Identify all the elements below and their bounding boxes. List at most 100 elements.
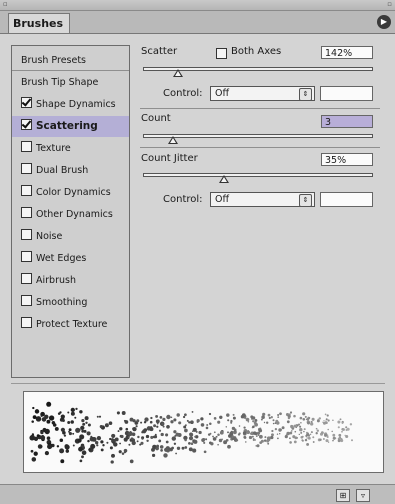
brush-dab xyxy=(253,421,257,425)
brush-dab xyxy=(264,436,267,439)
sidebar-checkbox[interactable] xyxy=(21,163,32,174)
sidebar-item-color-dynamics[interactable]: Color Dynamics xyxy=(12,182,129,203)
both-axes-checkbox[interactable] xyxy=(216,48,227,59)
brush-dab xyxy=(79,410,83,414)
brush-dab xyxy=(306,417,310,421)
sidebar-item-brush-presets[interactable]: Brush Presets xyxy=(12,50,129,71)
count-jitter-control-select[interactable]: Off ⇕ xyxy=(210,192,315,207)
brush-dab xyxy=(208,412,212,416)
scatter-control-label: Control: xyxy=(163,88,203,99)
close-box-icon[interactable]: ▫ xyxy=(3,0,8,9)
brush-dab xyxy=(276,433,279,435)
brush-dab xyxy=(153,424,157,428)
brush-dab xyxy=(341,430,343,433)
brush-dab xyxy=(279,412,282,416)
brush-dab xyxy=(32,406,35,410)
sidebar-item-noise[interactable]: Noise xyxy=(12,226,129,247)
count-jitter-control-extra-field[interactable] xyxy=(320,192,373,207)
brush-dab xyxy=(96,444,99,447)
count-jitter-slider[interactable] xyxy=(143,173,373,177)
scatter-control-select[interactable]: Off ⇕ xyxy=(210,86,315,101)
sidebar-checkbox[interactable] xyxy=(21,251,32,262)
brush-dab xyxy=(70,411,75,416)
brush-dab xyxy=(165,440,169,444)
brush-dab xyxy=(190,442,194,445)
brush-dab xyxy=(325,418,328,421)
brush-dab xyxy=(111,433,116,438)
sidebar-item-shape-dynamics[interactable]: Shape Dynamics xyxy=(12,94,129,115)
count-slider-thumb[interactable] xyxy=(167,136,178,144)
sidebar-checkbox[interactable] xyxy=(21,185,32,196)
sidebar-item-wet-edges[interactable]: Wet Edges xyxy=(12,248,129,269)
sidebar-item-dual-brush[interactable]: Dual Brush xyxy=(12,160,129,181)
brush-dab xyxy=(271,433,274,437)
brush-dab xyxy=(300,435,304,439)
brush-dab xyxy=(227,444,231,449)
brush-dab xyxy=(81,418,85,423)
brush-dab xyxy=(104,423,109,428)
brush-dab xyxy=(57,412,61,415)
sidebar-checkbox[interactable] xyxy=(21,295,32,306)
brush-dab xyxy=(40,430,44,435)
brush-dab xyxy=(217,420,221,424)
brush-dab xyxy=(232,416,236,420)
sidebar-checkbox[interactable] xyxy=(21,207,32,218)
sidebar-item-smoothing[interactable]: Smoothing xyxy=(12,292,129,313)
sidebar-item-other-dynamics[interactable]: Other Dynamics xyxy=(12,204,129,225)
brush-dab xyxy=(252,420,255,423)
sidebar-checkbox[interactable] xyxy=(21,119,32,130)
brush-dab xyxy=(176,446,181,450)
brush-dab xyxy=(128,443,131,446)
brush-dab xyxy=(248,435,253,440)
palette-title-bar[interactable]: ▫ ▫ xyxy=(0,0,395,11)
right-arrow-icon[interactable]: ▶ xyxy=(377,15,391,29)
updown-arrow-icon: ⇕ xyxy=(299,88,312,101)
brush-dab xyxy=(261,415,265,419)
tab-brushes[interactable]: Brushes xyxy=(8,13,70,33)
new-brush-icon[interactable]: ⊞ xyxy=(336,489,350,502)
brush-dab xyxy=(109,437,112,441)
brush-dab xyxy=(272,419,275,422)
scatter-control-extra-field[interactable] xyxy=(320,86,373,101)
sidebar-item-scattering[interactable]: Scattering xyxy=(12,116,129,137)
brush-dab xyxy=(88,448,91,451)
brush-dab xyxy=(145,434,150,439)
brush-dab xyxy=(304,438,308,442)
brush-dab xyxy=(85,421,88,424)
sidebar-checkbox[interactable] xyxy=(21,229,32,240)
brush-dab xyxy=(60,414,65,419)
count-value-field[interactable]: 3 xyxy=(321,115,373,128)
brush-dab xyxy=(210,442,214,446)
scatter-slider-thumb[interactable] xyxy=(172,69,183,77)
brush-dab xyxy=(268,416,271,420)
scatter-value-field[interactable]: 142% xyxy=(321,46,373,59)
brush-dab xyxy=(81,455,84,459)
brush-dab xyxy=(78,446,83,452)
brush-dab xyxy=(219,430,224,435)
brush-dab xyxy=(129,417,134,422)
brush-dab xyxy=(40,435,46,441)
count-jitter-label: Count Jitter xyxy=(141,153,198,164)
count-label: Count xyxy=(141,113,171,124)
count-jitter-value-field[interactable]: 35% xyxy=(321,153,373,166)
brush-dab xyxy=(309,433,312,436)
sidebar-item-protect-texture[interactable]: Protect Texture xyxy=(12,314,129,335)
sidebar-checkbox[interactable] xyxy=(21,97,32,108)
sidebar-item-brush-tip-shape[interactable]: Brush Tip Shape xyxy=(12,72,129,93)
trash-icon[interactable]: ▿ xyxy=(356,489,370,502)
sidebar-checkbox[interactable] xyxy=(21,141,32,152)
sidebar-checkbox[interactable] xyxy=(21,273,32,284)
brush-dab xyxy=(186,419,189,422)
collapse-box-icon[interactable]: ▫ xyxy=(387,0,392,9)
brush-dab xyxy=(262,412,266,416)
sidebar-item-airbrush[interactable]: Airbrush xyxy=(12,270,129,291)
count-jitter-slider-thumb[interactable] xyxy=(218,175,229,183)
sidebar-checkbox[interactable] xyxy=(21,317,32,328)
brush-dab xyxy=(173,430,177,434)
brush-dab xyxy=(209,432,212,435)
brush-dab xyxy=(341,422,344,424)
sidebar-item-texture[interactable]: Texture xyxy=(12,138,129,159)
brush-dab xyxy=(277,414,280,416)
both-axes-label: Both Axes xyxy=(231,46,282,57)
brush-dab xyxy=(267,413,271,417)
